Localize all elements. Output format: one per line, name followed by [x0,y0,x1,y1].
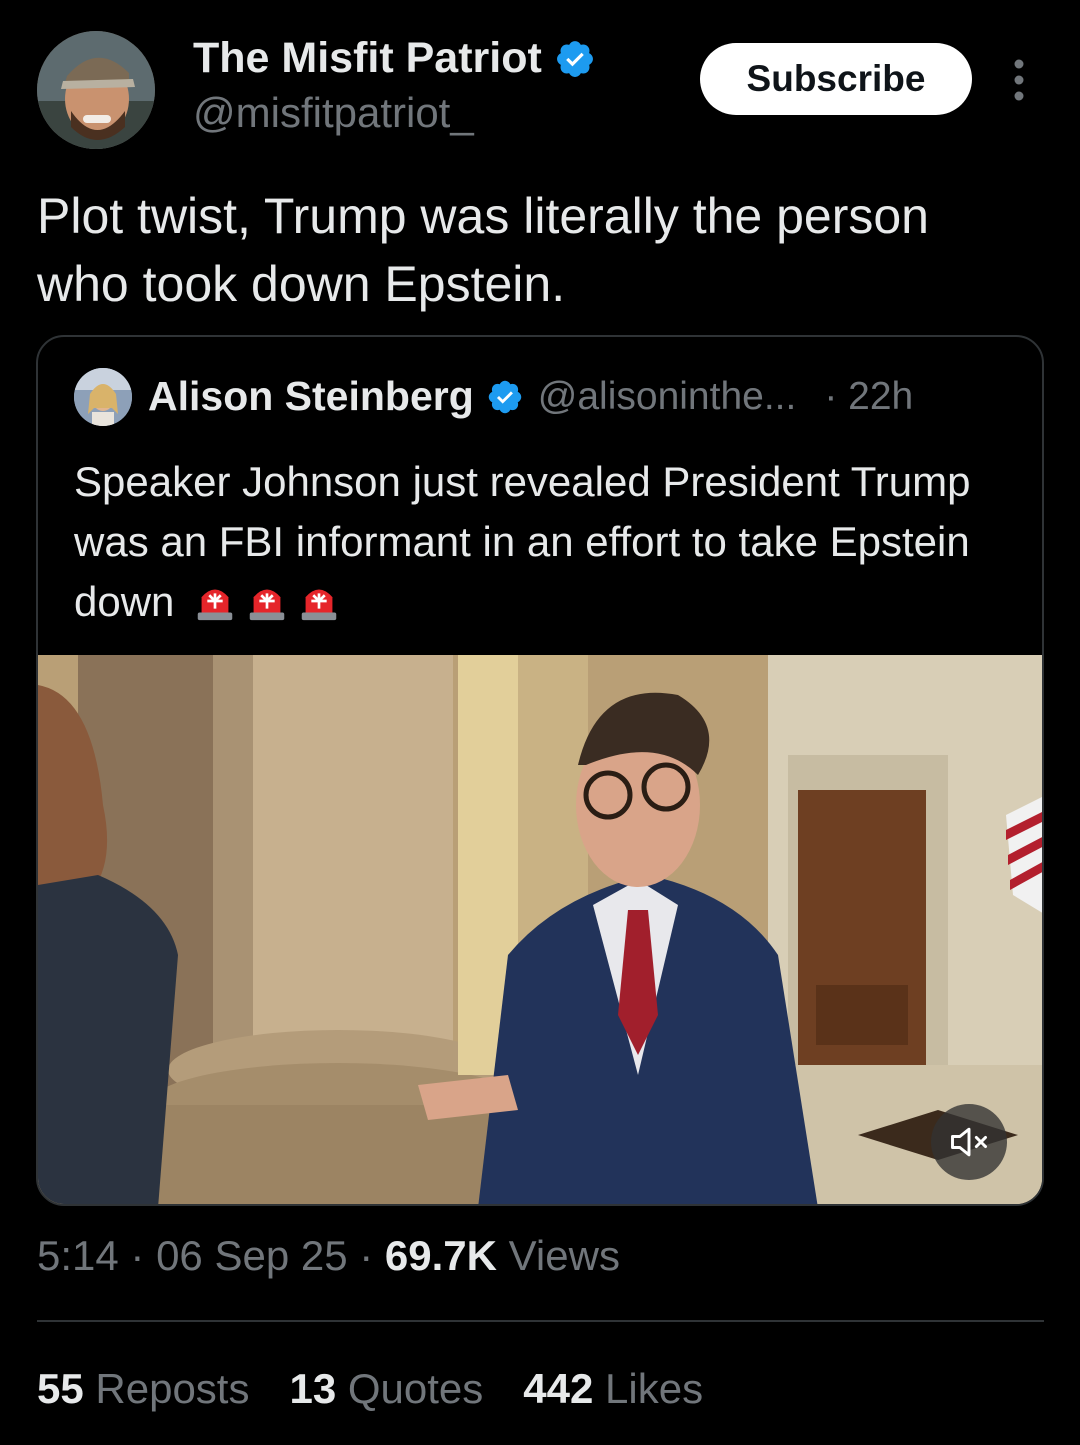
reposts-stat[interactable]: 55 Reposts [37,1365,249,1413]
author-name-row[interactable]: The Misfit Patriot [193,34,596,83]
video-frame [38,655,1042,1204]
reposts-count: 55 [37,1365,84,1412]
verified-badge-icon [556,40,593,77]
likes-count: 442 [523,1365,594,1412]
muted-speaker-icon [951,1127,987,1157]
likes-label: Likes [605,1365,704,1412]
police-light-icon [197,589,233,621]
police-light-icon [249,589,285,621]
quotes-count: 13 [289,1365,337,1412]
quoted-timestamp[interactable]: · 22h [824,375,913,419]
views-count[interactable]: 69.7K [385,1232,497,1279]
engagement-stats: 55 Reposts 13 Quotes 442 Likes [37,1365,703,1413]
more-options-icon[interactable] [1006,58,1032,102]
author-avatar[interactable] [37,31,155,149]
quoted-tweet-text: Speaker Johnson just revealed President … [74,452,1014,632]
reposts-label: Reposts [95,1365,250,1412]
quoted-header[interactable]: Alison Steinberg @alisoninthe... · 22h [148,373,913,420]
tweet-meta: 5:14 · 06 Sep 25 · 69.7K Views [37,1232,620,1279]
quoted-tweet-card[interactable]: Alison Steinberg @alisoninthe... · 22h S… [36,335,1044,1206]
mute-button[interactable] [931,1104,1007,1180]
tweet-text: Plot twist, Trump was literally the pers… [37,188,929,312]
subscribe-button[interactable]: Subscribe [700,43,972,115]
views-label[interactable]: Views [509,1232,620,1279]
quotes-label: Quotes [347,1365,484,1412]
quoted-author-avatar[interactable] [74,368,132,426]
quoted-author-handle[interactable]: @alisoninthe... [538,375,797,419]
author-name[interactable]: The Misfit Patriot [193,34,542,83]
tweet-date: 06 Sep 25 [156,1232,348,1279]
author-handle[interactable]: @misfitpatriot_ [193,89,474,137]
siren-emojis [186,578,342,625]
likes-stat[interactable]: 442 Likes [523,1365,703,1413]
quotes-stat[interactable]: 13 Quotes [289,1365,483,1413]
quoted-author-name[interactable]: Alison Steinberg [148,373,474,420]
tweet-time: 5:14 [37,1232,119,1279]
police-light-icon [301,589,337,621]
divider [37,1320,1044,1322]
verified-badge-icon [488,380,521,413]
video-player[interactable] [38,655,1042,1204]
